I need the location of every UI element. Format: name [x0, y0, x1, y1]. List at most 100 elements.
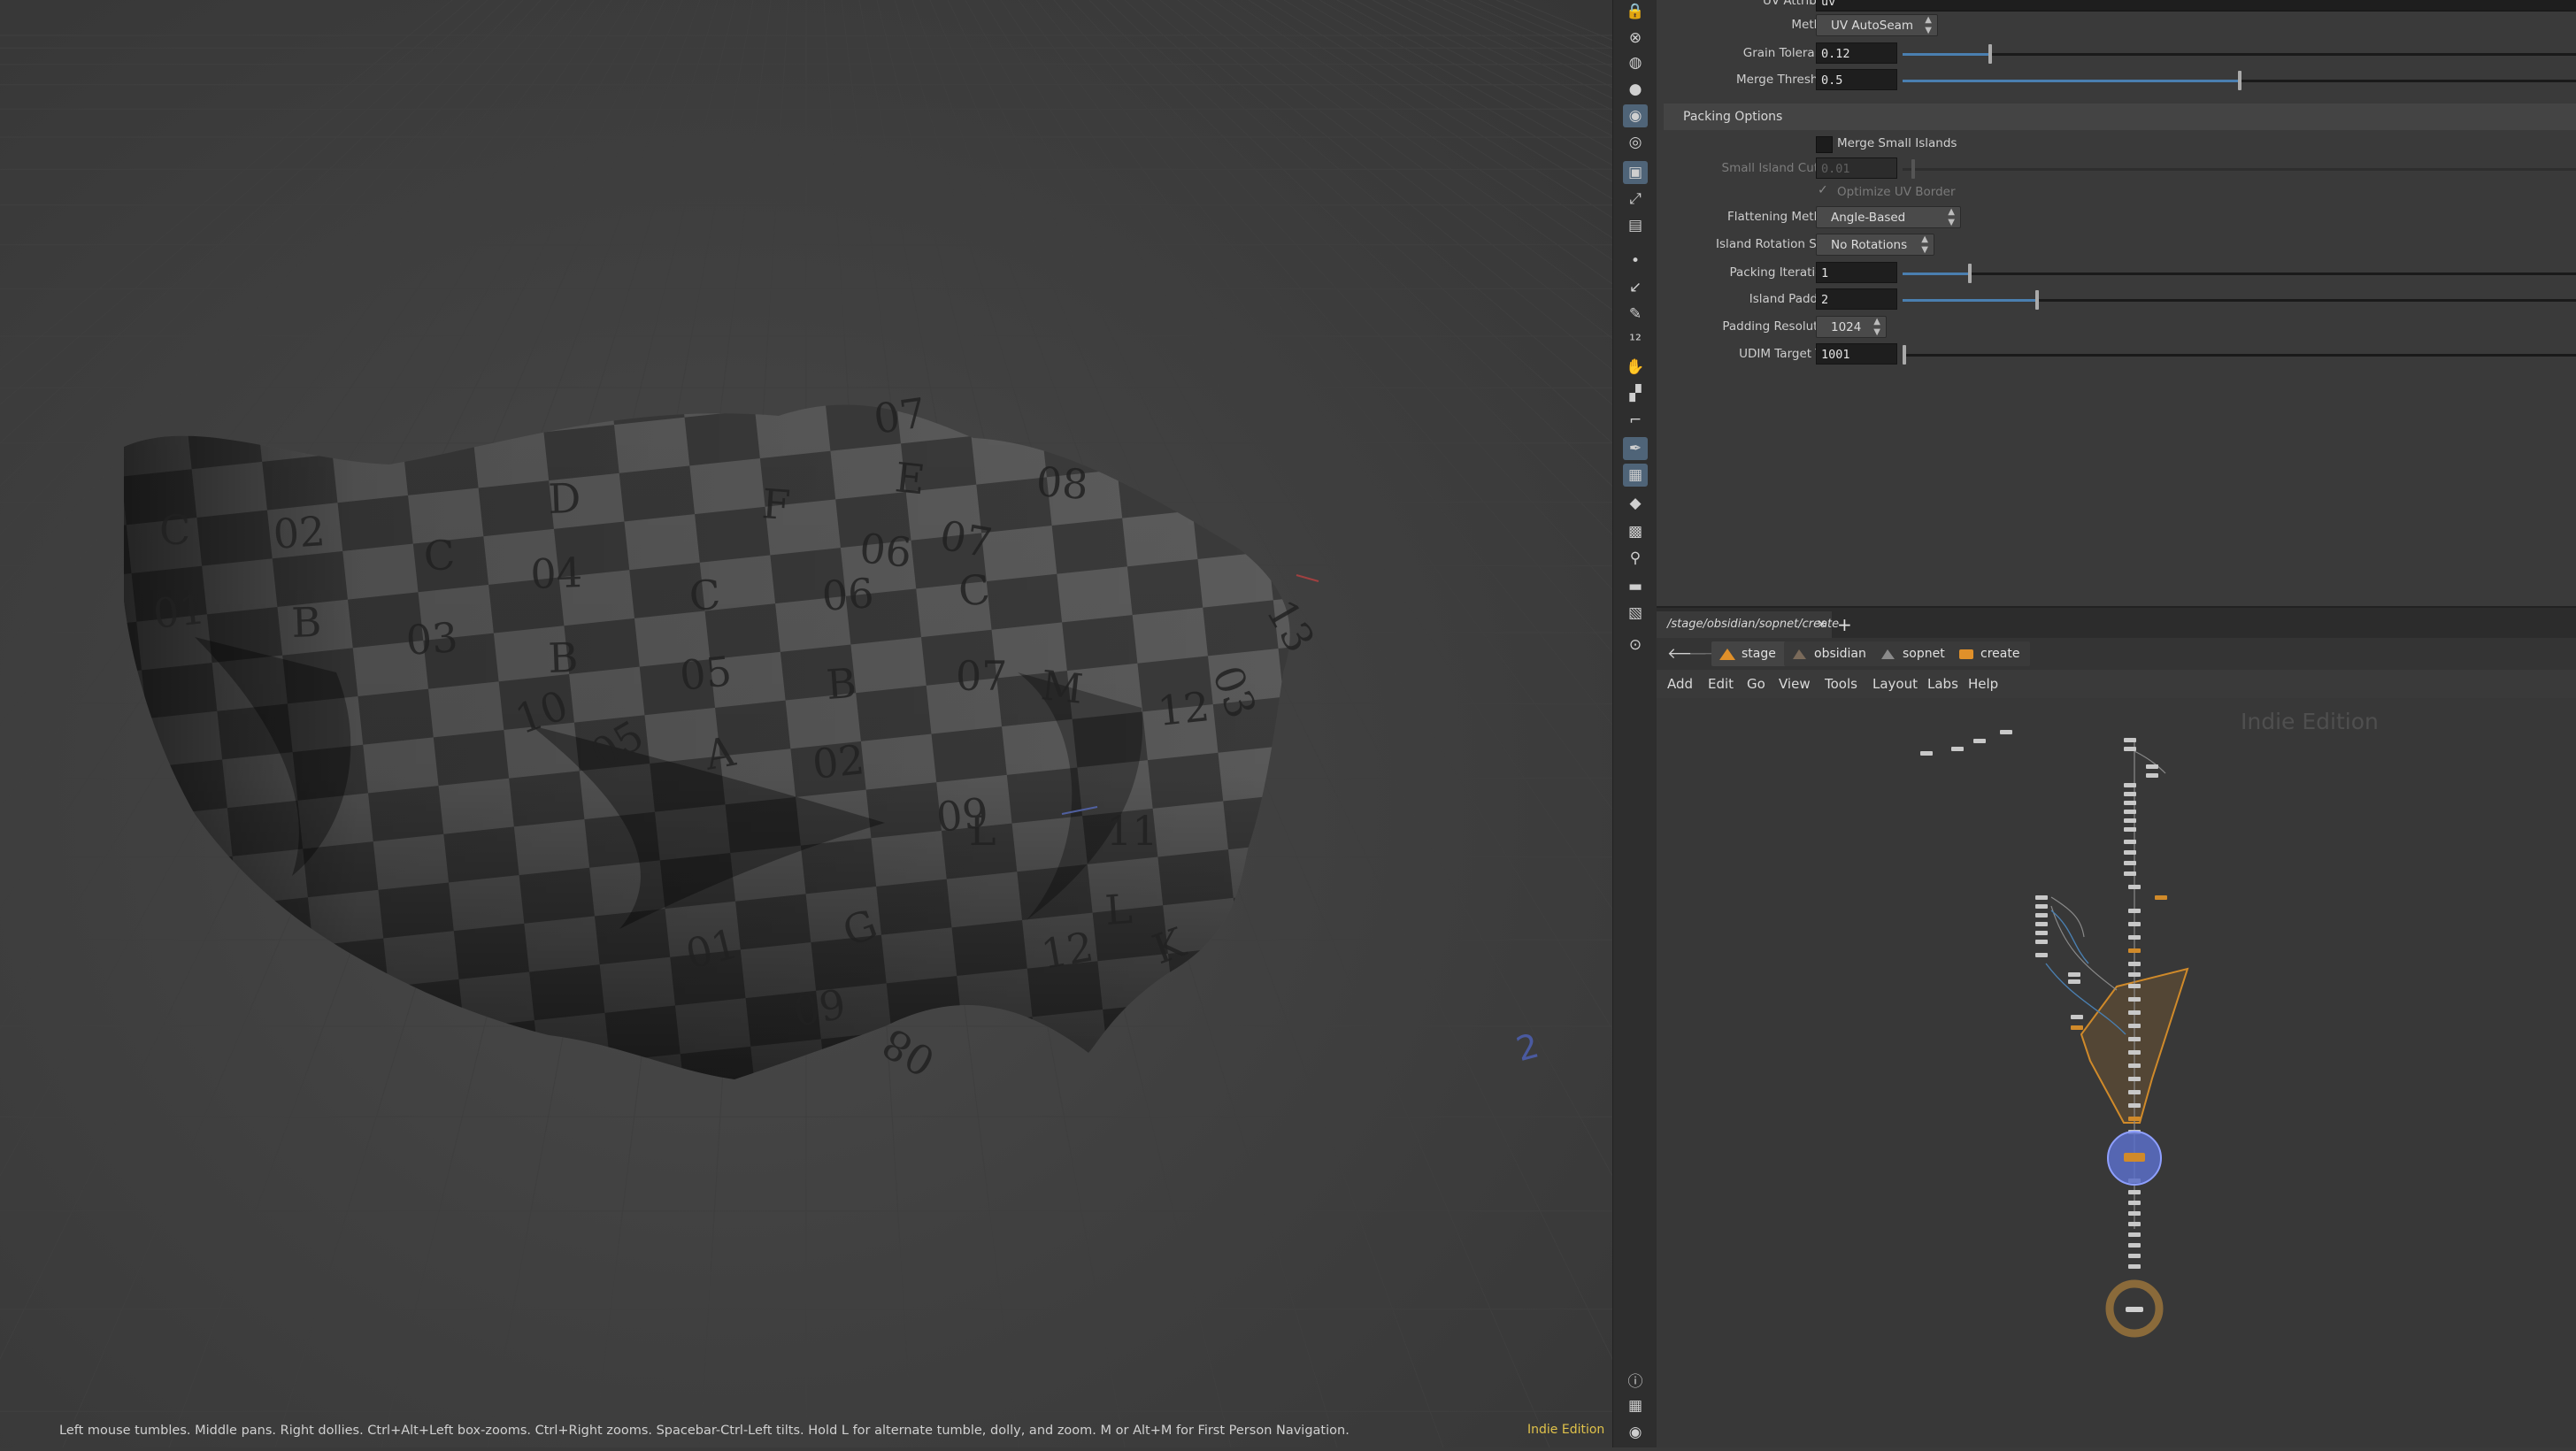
- add-tab-icon[interactable]: +: [1837, 611, 1852, 638]
- slider-knob[interactable]: [1988, 44, 1992, 64]
- network-node[interactable]: [2128, 1232, 2141, 1237]
- pick-icon[interactable]: ↙: [1623, 276, 1648, 299]
- network-node[interactable]: [2124, 783, 2136, 787]
- network-node[interactable]: [2128, 1077, 2141, 1081]
- udim-target-tile-slider[interactable]: [1903, 345, 2576, 365]
- network-node[interactable]: [2128, 1010, 2141, 1015]
- network-node[interactable]: [2068, 979, 2080, 984]
- network-node[interactable]: [2035, 922, 2048, 926]
- menu-go[interactable]: Go: [1747, 676, 1765, 692]
- selected-node[interactable]: [2124, 1153, 2145, 1162]
- layout-icon[interactable]: ▦: [1623, 1394, 1648, 1417]
- slider-knob[interactable]: [1968, 264, 1972, 283]
- grid-icon[interactable]: ▦: [1623, 464, 1648, 487]
- camera-icon[interactable]: ▣: [1623, 161, 1648, 184]
- network-node[interactable]: [2146, 773, 2158, 778]
- network-node[interactable]: [2128, 1243, 2141, 1248]
- scene-viewport[interactable]: C 02 C 04 C 06 C 08 01 B 03 B 05 B 07 M 12 D F E 07 A 02 L 11 L 01…: [0, 0, 1612, 1447]
- network-node[interactable]: [2124, 827, 2136, 832]
- handle-icon[interactable]: ◉: [1623, 104, 1648, 127]
- pin-icon[interactable]: ⊙: [1623, 633, 1648, 656]
- network-node[interactable]: [1951, 747, 1964, 751]
- uv-attribute-field[interactable]: uv: [1816, 0, 2576, 12]
- menu-add[interactable]: Add: [1667, 676, 1693, 692]
- snap-icon[interactable]: ⊗: [1623, 27, 1648, 50]
- menu-edit[interactable]: Edit: [1708, 676, 1734, 692]
- light-icon[interactable]: ●: [1623, 78, 1648, 101]
- network-node[interactable]: [2155, 895, 2167, 900]
- network-node[interactable]: [2071, 1015, 2083, 1019]
- packing-iterations-field[interactable]: 1: [1816, 262, 1897, 283]
- number-icon[interactable]: ¹²: [1623, 329, 1648, 352]
- menu-labs[interactable]: Labs: [1927, 676, 1958, 692]
- network-node[interactable]: [2128, 909, 2141, 913]
- menu-help[interactable]: Help: [1968, 676, 1998, 692]
- bucket-icon[interactable]: ▞: [1623, 382, 1648, 405]
- menu-layout[interactable]: Layout: [1872, 676, 1918, 692]
- network-node[interactable]: [2124, 871, 2136, 876]
- render-icon[interactable]: ▧: [1623, 602, 1648, 625]
- breadcrumb-sopnet[interactable]: sopnet: [1872, 641, 1956, 666]
- slider-knob[interactable]: [2035, 290, 2040, 310]
- display-icon[interactable]: ▬: [1623, 575, 1648, 598]
- cube-icon[interactable]: ◆: [1623, 492, 1648, 515]
- padding-resolution-dropdown[interactable]: 1024 ▲ ▼: [1816, 316, 1887, 338]
- network-node[interactable]: [1920, 751, 1933, 756]
- network-node[interactable]: [2128, 885, 2141, 889]
- merge-threshold-slider[interactable]: [1903, 71, 2576, 90]
- udim-target-tile-field[interactable]: 1001: [1816, 343, 1897, 365]
- packing-iterations-slider[interactable]: [1903, 264, 2576, 283]
- network-node[interactable]: [2124, 850, 2136, 855]
- pen-icon[interactable]: ✒: [1623, 437, 1648, 460]
- network-node[interactable]: [2128, 948, 2141, 953]
- island-rotation-step-dropdown[interactable]: No Rotations ▲ ▼: [1816, 234, 1934, 256]
- network-node[interactable]: [2128, 1024, 2141, 1028]
- flattening-method-dropdown[interactable]: Angle-Based (ABF) ▲▼: [1816, 206, 1961, 246]
- network-node[interactable]: [2146, 764, 2158, 769]
- island-padding-slider[interactable]: [1903, 290, 2576, 310]
- network-node[interactable]: [2124, 861, 2136, 865]
- brush-icon[interactable]: ✎: [1623, 303, 1648, 326]
- network-node[interactable]: [2128, 1264, 2141, 1269]
- network-node[interactable]: [2035, 904, 2048, 909]
- slider-knob[interactable]: [1903, 345, 1906, 365]
- network-tab[interactable]: /stage/obsidian/sopnet/create ×: [1657, 611, 1839, 638]
- image-icon[interactable]: ▩: [1623, 520, 1648, 543]
- check-mark-icon[interactable]: ✓: [1818, 183, 1828, 197]
- dot-icon[interactable]: •: [1623, 250, 1648, 273]
- network-node[interactable]: [2128, 1103, 2141, 1108]
- slider-knob[interactable]: [2237, 71, 2242, 90]
- breadcrumb-obsidian[interactable]: obsidian: [1784, 641, 1877, 666]
- island-padding-field[interactable]: 2: [1816, 288, 1897, 310]
- output-node[interactable]: [2126, 1307, 2143, 1312]
- network-node[interactable]: [2124, 810, 2136, 814]
- eye-icon[interactable]: ◉: [1623, 1421, 1648, 1444]
- network-node[interactable]: [2128, 1090, 2141, 1094]
- merge-small-islands-checkbox[interactable]: [1816, 136, 1833, 153]
- network-node[interactable]: [2000, 730, 2012, 734]
- menu-view[interactable]: View: [1779, 676, 1811, 692]
- select-icon[interactable]: ⤢: [1623, 188, 1648, 211]
- method-dropdown[interactable]: UV AutoSeam ▲ ▼: [1816, 14, 1938, 36]
- network-node[interactable]: [2128, 1037, 2141, 1041]
- network-node[interactable]: [2124, 792, 2136, 796]
- network-node[interactable]: [2124, 818, 2136, 823]
- network-node[interactable]: [2124, 801, 2136, 805]
- close-icon[interactable]: ×: [1817, 611, 1826, 638]
- merge-threshold-field[interactable]: 0.5: [1816, 69, 1897, 90]
- network-node[interactable]: [2124, 840, 2136, 844]
- network-node[interactable]: [2128, 1222, 2141, 1226]
- network-node[interactable]: [2071, 1025, 2083, 1030]
- network-node[interactable]: [2128, 1117, 2141, 1121]
- network-node[interactable]: [2128, 1254, 2141, 1258]
- network-node[interactable]: [2068, 972, 2080, 977]
- network-node[interactable]: [2124, 738, 2136, 742]
- network-canvas[interactable]: Indie Edition: [1657, 698, 2576, 1447]
- breadcrumb-stage[interactable]: stage: [1711, 641, 1787, 666]
- network-node[interactable]: [2035, 940, 2048, 944]
- grain-tolerance-field[interactable]: 0.12: [1816, 42, 1897, 64]
- group-icon[interactable]: ▤: [1623, 214, 1648, 237]
- breadcrumb-create[interactable]: create: [1950, 641, 2031, 666]
- network-node[interactable]: [2035, 931, 2048, 935]
- network-node[interactable]: [2128, 972, 2141, 977]
